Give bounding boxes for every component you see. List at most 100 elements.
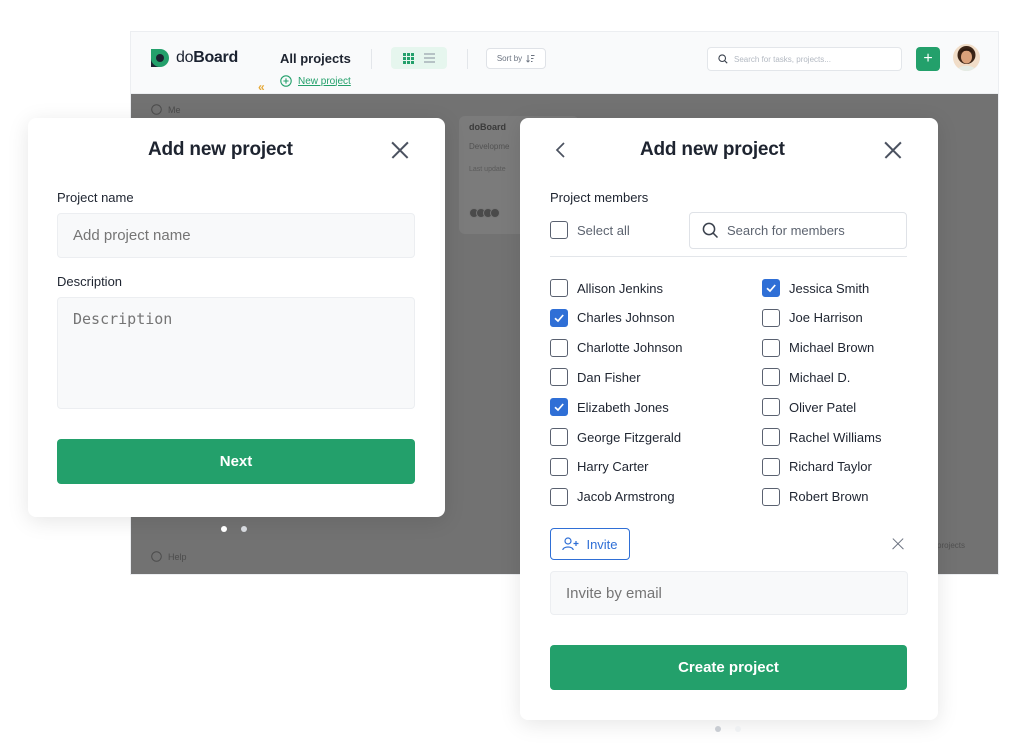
global-search-input[interactable]: Search for tasks, projects... bbox=[707, 47, 902, 71]
sidebar-item-help-label: Help bbox=[168, 551, 187, 562]
grid-view-icon[interactable] bbox=[403, 52, 414, 64]
add-project-members-modal: Add new project Project members Select a… bbox=[520, 118, 938, 720]
member-row[interactable]: Michael Brown bbox=[762, 338, 875, 357]
new-project-label: New project bbox=[298, 75, 351, 87]
member-row[interactable]: Harry Carter bbox=[550, 457, 649, 476]
sort-icon bbox=[526, 55, 535, 63]
member-row[interactable]: Dan Fisher bbox=[550, 368, 641, 387]
step-indicator bbox=[221, 526, 247, 532]
list-view-icon[interactable] bbox=[424, 53, 435, 63]
member-row[interactable]: Charles Johnson bbox=[550, 308, 675, 327]
checkbox[interactable] bbox=[762, 338, 780, 357]
member-row[interactable]: Allison Jenkins bbox=[550, 279, 663, 297]
member-name: Elizabeth Jones bbox=[577, 399, 669, 415]
checkbox[interactable] bbox=[550, 457, 568, 476]
divider bbox=[467, 49, 468, 69]
avatar-image bbox=[953, 44, 980, 71]
member-name: Harry Carter bbox=[577, 459, 649, 475]
member-row[interactable]: Michael D. bbox=[762, 368, 851, 387]
create-project-button[interactable]: Create project bbox=[550, 645, 907, 690]
close-icon[interactable] bbox=[884, 141, 902, 159]
close-icon[interactable] bbox=[391, 141, 409, 159]
member-row[interactable]: Elizabeth Jones bbox=[550, 398, 669, 417]
checkbox[interactable] bbox=[550, 279, 568, 297]
modal-title: Add new project bbox=[640, 139, 785, 160]
check-icon bbox=[554, 403, 564, 412]
member-row[interactable]: Charlotte Johnson bbox=[550, 338, 683, 357]
check-icon bbox=[766, 284, 776, 293]
step-dot-1[interactable] bbox=[221, 526, 227, 532]
add-button[interactable]: + bbox=[916, 47, 940, 71]
select-all-checkbox[interactable]: Select all bbox=[550, 221, 630, 239]
project-card-title: doBoard bbox=[469, 122, 506, 132]
chevron-left-icon[interactable] bbox=[553, 141, 569, 159]
member-name: Charles Johnson bbox=[577, 310, 675, 326]
description-input[interactable] bbox=[57, 297, 415, 409]
page-title: All projects bbox=[280, 51, 351, 66]
member-name: Richard Taylor bbox=[789, 459, 872, 475]
check-icon bbox=[554, 314, 564, 323]
invite-email-input[interactable] bbox=[550, 571, 908, 615]
member-search-placeholder: Search for members bbox=[727, 223, 845, 238]
member-name: Jacob Armstrong bbox=[577, 489, 675, 505]
add-project-details-modal: Add new project Project name Description… bbox=[28, 118, 445, 517]
project-name-label: Project name bbox=[57, 190, 134, 205]
member-name: Rachel Williams bbox=[789, 429, 882, 445]
checkbox[interactable] bbox=[550, 221, 568, 239]
member-row[interactable]: Richard Taylor bbox=[762, 457, 872, 476]
member-name: Robert Brown bbox=[789, 489, 869, 505]
project-card-subtitle: Developme bbox=[469, 142, 510, 151]
divider bbox=[371, 49, 372, 69]
step-indicator bbox=[715, 726, 741, 732]
project-card-avatars bbox=[469, 208, 500, 218]
checkbox[interactable] bbox=[550, 487, 568, 506]
step-dot-2[interactable] bbox=[241, 526, 247, 532]
checkbox[interactable] bbox=[550, 338, 568, 357]
member-row[interactable]: Jacob Armstrong bbox=[550, 487, 675, 506]
checkbox[interactable] bbox=[762, 398, 780, 417]
global-search-placeholder: Search for tasks, projects... bbox=[734, 54, 831, 64]
checkbox-checked[interactable] bbox=[550, 308, 568, 327]
member-row[interactable]: Rachel Williams bbox=[762, 428, 881, 446]
step-dot-1[interactable] bbox=[715, 726, 721, 732]
member-row[interactable]: Joe Harrison bbox=[762, 308, 863, 327]
close-invite-icon[interactable] bbox=[892, 538, 904, 550]
modal-title: Add new project bbox=[148, 139, 293, 160]
checkbox[interactable] bbox=[762, 308, 780, 327]
description-label: Description bbox=[57, 274, 123, 289]
user-circle-icon bbox=[151, 104, 162, 115]
project-name-input[interactable] bbox=[57, 213, 415, 258]
help-icon bbox=[151, 551, 162, 562]
checkbox[interactable] bbox=[762, 487, 780, 506]
member-row[interactable]: George Fitzgerald bbox=[550, 428, 681, 446]
collapse-sidebar-icon[interactable]: « bbox=[258, 80, 265, 94]
user-avatar[interactable] bbox=[953, 44, 980, 71]
sort-label: Sort by bbox=[496, 54, 523, 63]
member-name: Michael D. bbox=[789, 369, 851, 385]
checkbox[interactable] bbox=[762, 428, 780, 446]
logo[interactable]: doBoard bbox=[149, 47, 238, 69]
checkbox-checked[interactable] bbox=[550, 398, 568, 417]
checkbox[interactable] bbox=[550, 428, 568, 446]
invite-label: Invite bbox=[586, 536, 618, 552]
checkbox[interactable] bbox=[550, 368, 568, 387]
checkbox[interactable] bbox=[762, 368, 780, 387]
view-toggle[interactable] bbox=[391, 47, 447, 69]
member-row[interactable]: Oliver Patel bbox=[762, 398, 857, 417]
sort-button[interactable]: Sort by bbox=[486, 48, 546, 69]
project-members-label: Project members bbox=[550, 190, 649, 205]
member-name: Joe Harrison bbox=[789, 310, 863, 326]
search-icon bbox=[718, 54, 728, 64]
checkbox-checked[interactable] bbox=[762, 279, 780, 297]
checkbox[interactable] bbox=[762, 457, 780, 476]
new-project-link[interactable]: New project bbox=[280, 75, 351, 87]
sidebar-item-me-label: Me bbox=[168, 104, 181, 115]
invite-button[interactable]: Invite bbox=[550, 528, 630, 560]
step-dot-2[interactable] bbox=[735, 726, 741, 732]
member-row[interactable]: Jessica Smith bbox=[762, 279, 869, 297]
member-row[interactable]: Robert Brown bbox=[762, 487, 869, 506]
member-name: Oliver Patel bbox=[789, 399, 857, 415]
member-search-input[interactable]: Search for members bbox=[689, 212, 907, 249]
member-name: Michael Brown bbox=[789, 340, 875, 356]
next-button[interactable]: Next bbox=[57, 439, 415, 484]
